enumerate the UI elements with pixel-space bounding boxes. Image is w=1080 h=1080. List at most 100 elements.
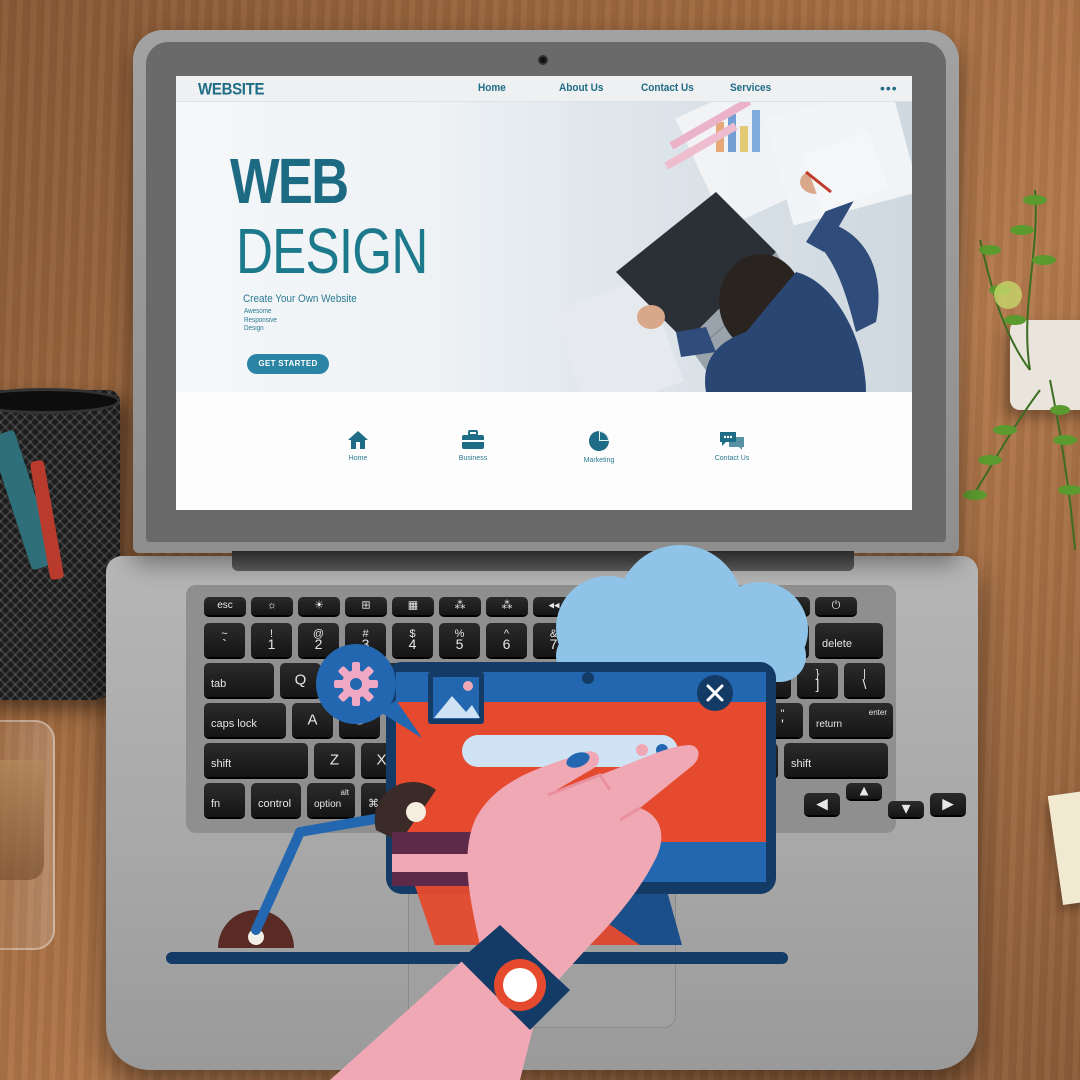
hero-bullet: Design [244,325,264,332]
keyboard-key[interactable]: & 7 [533,623,574,657]
keyboard-key[interactable]: U [562,663,603,697]
hero-photo-businessman [446,102,912,392]
keyboard-key[interactable]: I [609,663,650,697]
keyboard-key[interactable]: ◂◂ [533,597,575,615]
services-row: Home Business Marketing Contact Us [176,392,912,510]
pie-chart-icon [589,431,609,451]
keyboard-key[interactable]: G [480,703,521,737]
nav-link-services[interactable]: Services [730,82,771,94]
keyboard-key[interactable]: :; [715,703,756,737]
keyboard-key[interactable]: shift [204,743,308,777]
keyboard-key[interactable]: ~ ` [204,623,245,657]
keyboard-key[interactable]: enter return [809,703,893,737]
keyboard-key[interactable]: P [703,663,744,697]
keyboard-key[interactable]: ? / [737,743,778,777]
keyboard-key[interactable]: esc [204,597,246,615]
keyboard-key[interactable]: ⌘ command [655,783,717,817]
keyboard-key[interactable]: ☼ [251,597,293,615]
more-menu-icon[interactable]: ••• [880,80,898,96]
keyboard-key[interactable]: % 5 [439,623,480,657]
keyboard-key[interactable]: ◁)) [768,597,810,615]
service-marketing[interactable]: Marketing [554,430,644,464]
keyboard-key[interactable]: L [668,703,709,737]
keyboard-key[interactable]: E [374,663,415,697]
service-business[interactable]: Business [428,430,518,462]
keyboard-key[interactable]: S [339,703,380,737]
keyboard-key[interactable]: T [468,663,509,697]
touchpad[interactable] [408,858,676,1028]
keyboard-key[interactable]: ⁂ [486,597,528,615]
service-contact[interactable]: Contact Us [687,430,777,462]
keyboard-key[interactable]: ⁂ [439,597,481,615]
keyboard-key[interactable]: N [549,743,590,777]
keyboard-key[interactable]: shift [784,743,888,777]
keyboard-key[interactable]: @2 [298,623,339,657]
keyboard-key[interactable]: tab [204,663,274,697]
keyboard-key[interactable]: Q [280,663,321,697]
service-home[interactable]: Home [313,430,403,462]
keyboard-key[interactable]: R [421,663,462,697]
keyboard-key[interactable]: J [574,703,615,737]
keyboard-key[interactable]: ◁) [721,597,763,615]
keyboard-key[interactable]: A [292,703,333,737]
keyboard-key[interactable]: H [527,703,568,737]
nav-link-about[interactable]: About Us [559,82,603,94]
keyboard-key[interactable]: }] [797,663,838,697]
nav-link-home[interactable]: Home [478,82,506,94]
keyboard-key[interactable]: {[ [750,663,791,697]
coffee [0,760,44,880]
keyboard-key[interactable]: O [656,663,697,697]
keyboard-key[interactable]: >. [690,743,731,777]
hero-title-design: DESIGN [236,215,428,287]
get-started-button[interactable]: GET STARTED [247,354,329,374]
keyboard-key[interactable]: X [361,743,402,777]
keyboard-key[interactable]: K [621,703,662,737]
keyboard: esc ☼ ☀ ⊞ ▦ ⁂ ⁂ ◂◂ ▸‖ ▸▸ ◁ ◁) ◁)) ⏻ ~ `! 1 @2 #3 $4% 5 ^ 6 & 7 * 8… [186,585,966,833]
keyboard-key[interactable]: ) 0 [674,623,715,657]
keyboard-key[interactable]: caps lock [204,703,286,737]
keyboard-key[interactable]: control [251,783,301,817]
keyboard-key[interactable]: M [596,743,637,777]
keyboard-key[interactable]: _ - [721,623,762,657]
keyboard-key[interactable]: B [502,743,543,777]
keyboard-key[interactable]: ▶ [930,793,966,815]
hero-bullet: Responsive [244,316,277,324]
keyboard-key[interactable]: $4 [392,623,433,657]
keyboard-key[interactable]: ⌘ command [361,783,423,817]
keyboard-key[interactable]: delete [815,623,883,657]
keyboard-key[interactable]: Z [314,743,355,777]
keyboard-key[interactable]: ◁ [674,597,716,615]
keyboard-key[interactable]: ▸‖ [580,597,622,615]
keyboard-key[interactable]: ◀ [804,793,840,815]
keyboard-key[interactable]: ! 1 [251,623,292,657]
keyboard-key[interactable]: V [455,743,496,777]
keyboard-key[interactable]: (9 [627,623,668,657]
keyboard-key[interactable]: ⏻ [815,597,857,615]
keyboard-key[interactable]: ☀ [298,597,340,615]
keyboard-key[interactable]: " ' [762,703,803,737]
nav-link-contact[interactable]: Contact Us [641,82,694,94]
keyboard-key[interactable]: <, [643,743,684,777]
keyboard-key[interactable]: W [327,663,368,697]
keyboard-key[interactable]: #3 [345,623,386,657]
keyboard-key[interactable]: F [433,703,474,737]
keyboard-key[interactable]: + = [768,623,809,657]
keyboard-key[interactable]: ▼ [888,801,924,817]
keyboard-key[interactable]: fn [204,783,245,817]
site-navbar: WEBSITE Home About Us Contact Us Service… [176,76,912,102]
keyboard-key[interactable]: Y [515,663,556,697]
keyboard-key[interactable]: D [386,703,427,737]
keyboard-key[interactable] [429,783,649,817]
keyboard-key[interactable]: C [408,743,449,777]
keyboard-key[interactable]: alt option [723,783,771,817]
keyboard-key[interactable]: ^ 6 [486,623,527,657]
keyboard-key[interactable]: | \ [844,663,885,697]
keyboard-key[interactable]: ▲ [846,783,882,799]
keyboard-key[interactable]: * 8 [580,623,621,657]
keyboard-key[interactable]: ▸▸ [627,597,669,615]
keyboard-key[interactable]: ⊞ [345,597,387,615]
keyboard-key[interactable]: alt option [307,783,355,817]
keyboard-key[interactable]: ▦ [392,597,434,615]
house-icon [348,431,368,449]
site-logo[interactable]: WEBSITE [198,80,265,99]
